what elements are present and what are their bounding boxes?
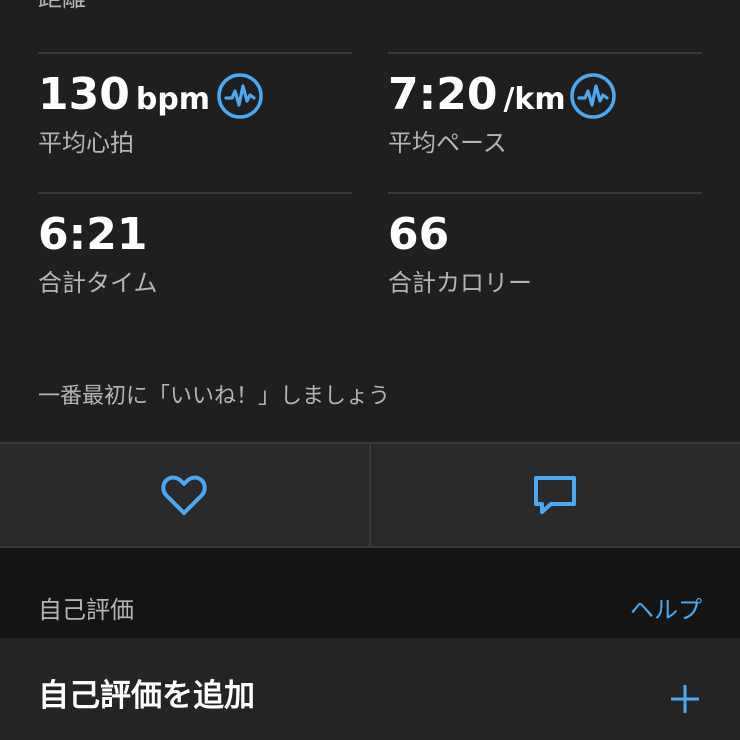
add-self-evaluation-row[interactable]: 自己評価を追加: [0, 638, 740, 740]
comment-button[interactable]: [371, 444, 739, 546]
divider: [388, 52, 702, 54]
divider: [38, 192, 352, 194]
comment-icon: [534, 476, 576, 514]
stat-label: 合計カロリー: [388, 269, 532, 297]
stat-value: 66: [388, 209, 450, 260]
divider: [388, 192, 702, 194]
stat-unit: /km: [503, 82, 566, 117]
divider: [38, 52, 352, 54]
add-self-evaluation-label: 自己評価を追加: [38, 678, 255, 714]
stat-value: 130 bpm: [38, 69, 211, 120]
stat-label: 合計タイム: [38, 269, 158, 297]
stat-unit: bpm: [135, 82, 211, 117]
like-button[interactable]: [0, 444, 368, 546]
distance-label: 距離: [38, 0, 86, 10]
heart-outline-icon: [161, 475, 207, 515]
heart-rate-icon[interactable]: [216, 72, 264, 120]
stat-label: 平均心拍: [38, 129, 134, 157]
help-link[interactable]: ヘルプ: [630, 595, 702, 625]
stat-value: 6:21: [38, 209, 148, 260]
stat-value: 7:20/km: [388, 69, 566, 120]
stat-label: 平均ペース: [388, 129, 507, 157]
like-prompt: 一番最初に「いいね！」しましょう: [38, 384, 391, 409]
heart-rate-icon[interactable]: [569, 72, 617, 120]
plus-icon[interactable]: [668, 682, 702, 716]
self-evaluation-title: 自己評価: [38, 596, 134, 624]
social-action-bar: [0, 442, 740, 548]
